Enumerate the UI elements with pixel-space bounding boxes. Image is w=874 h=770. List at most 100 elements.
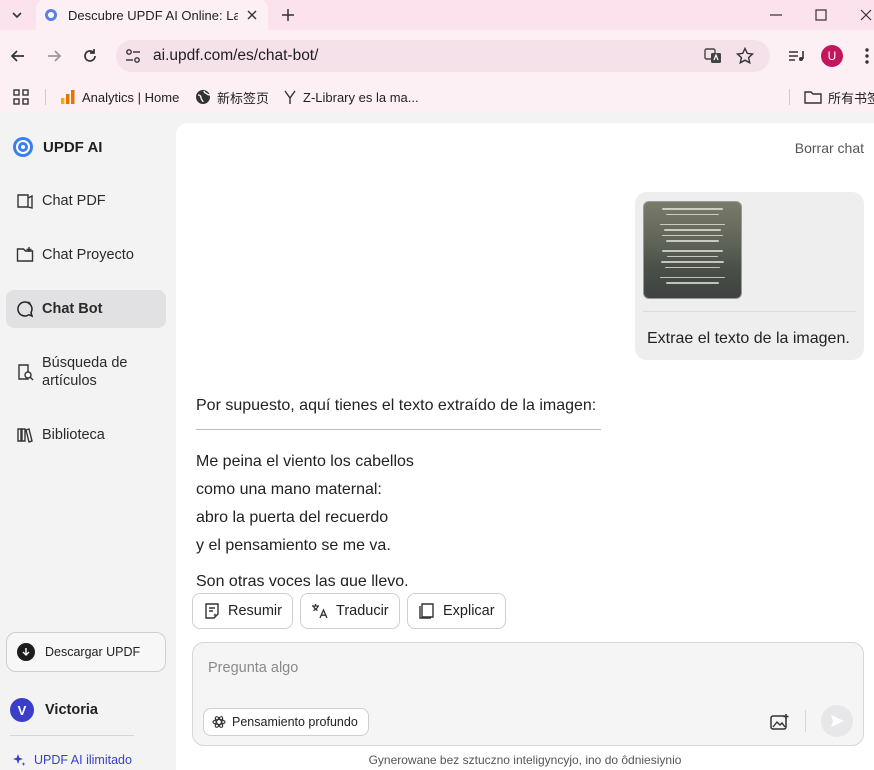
download-icon [17, 643, 35, 661]
clear-chat-button[interactable]: Borrar chat [795, 140, 864, 156]
summarize-label: Resumir [228, 603, 282, 619]
tab-close-icon[interactable] [244, 7, 260, 23]
reload-icon [84, 49, 96, 62]
sidebar-item-label: Búsqueda de artículos [42, 355, 128, 389]
back-button[interactable] [6, 44, 30, 68]
updf-favicon-icon [45, 9, 57, 21]
arrow-left-icon [10, 50, 24, 62]
user-message-bubble: Extrae el texto de la imagen. [635, 192, 864, 360]
poem-line: como una mano maternal: [196, 481, 382, 498]
unlimited-label: UPDF AI ilimitado [34, 753, 132, 767]
minimize-button[interactable] [766, 5, 786, 25]
folder-icon [16, 247, 34, 262]
unlimited-upgrade-link[interactable]: UPDF AI ilimitado [12, 753, 132, 767]
bot-message: Por supuesto, aquí tienes el texto extra… [196, 393, 696, 586]
bookmark-new-tab[interactable]: 新标签页 [195, 86, 269, 108]
new-tab-button[interactable] [278, 5, 298, 25]
bookmark-analytics[interactable]: Analytics | Home [60, 86, 179, 108]
ai-disclaimer: Gynerowane bez sztuczno inteligyncyjo, i… [368, 753, 682, 767]
translate-page-icon[interactable] [704, 47, 722, 70]
sidebar-item-chat-bot[interactable]: Chat Bot [6, 290, 166, 328]
deep-think-toggle[interactable]: Pensamiento profundo [203, 708, 369, 736]
atom-icon [212, 716, 226, 728]
bookmarks-divider [789, 89, 790, 105]
explain-button[interactable]: Explicar [407, 593, 506, 629]
sidebar-divider [10, 735, 134, 736]
forward-button[interactable] [42, 44, 66, 68]
sidebar-item-label: Biblioteca [42, 427, 105, 443]
image-upload-button[interactable] [768, 710, 792, 734]
library-icon [17, 428, 33, 443]
avatar: V [10, 698, 34, 722]
explain-icon [419, 603, 434, 619]
bookmark-zlibrary[interactable]: Z-Library es la ma... [283, 86, 419, 108]
profile-avatar[interactable]: U [821, 45, 843, 67]
tab-search-button[interactable] [6, 5, 28, 25]
close-window-button[interactable] [856, 5, 874, 25]
brand-logo[interactable]: UPDF AI [12, 136, 102, 158]
maximize-button[interactable] [811, 5, 831, 25]
folder-icon [804, 91, 822, 104]
chat-pdf-icon [17, 194, 33, 209]
analytics-icon [61, 90, 75, 104]
bookmarks-divider [45, 89, 46, 105]
poem-line: Son otras voces las que llevo. [196, 573, 409, 586]
sidebar-item-busqueda[interactable]: Búsqueda de artículos [6, 344, 166, 400]
poem-image-thumbnail[interactable] [643, 201, 742, 299]
browser-menu-button[interactable] [859, 44, 874, 68]
minimize-icon [770, 14, 782, 16]
translate-button[interactable]: Traducir [300, 593, 400, 629]
image-add-icon [770, 714, 789, 730]
more-vertical-icon [865, 48, 869, 64]
user-name: Victoria [45, 702, 98, 718]
summarize-button[interactable]: Resumir [192, 593, 293, 629]
send-button[interactable] [821, 705, 853, 737]
address-bar[interactable]: ai.updf.com/es/chat-bot/ [116, 40, 770, 72]
tab-active[interactable]: Descubre UPDF AI Online: La [36, 0, 268, 30]
send-icon [831, 715, 844, 727]
chevron-down-icon [12, 12, 22, 19]
question-input[interactable] [208, 656, 768, 680]
globe-icon [196, 90, 211, 104]
bookmark-star-icon[interactable] [735, 46, 755, 70]
apps-grid-icon [13, 89, 29, 105]
sidebar-item-label: Chat Bot [42, 301, 103, 317]
site-settings-icon[interactable] [124, 47, 142, 70]
poem-line: y el pensamiento se me va. [196, 537, 391, 554]
arrow-right-icon [48, 50, 62, 62]
message-composer: Pensamiento profundo [192, 642, 864, 746]
tab-title: Descubre UPDF AI Online: La [68, 7, 238, 23]
composer-divider [805, 710, 806, 732]
reload-button[interactable] [78, 44, 102, 68]
sparkle-icon [13, 754, 26, 766]
brand-name: UPDF AI [43, 138, 103, 156]
user-account[interactable]: V Victoria [10, 698, 98, 722]
translate-icon [312, 604, 328, 619]
bookmark-label: 新标签页 [217, 90, 270, 106]
navigation-bar: ai.updf.com/es/chat-bot/ U [0, 30, 874, 82]
translate-label: Traducir [336, 603, 389, 619]
sidebar-item-biblioteca[interactable]: Biblioteca [6, 416, 166, 454]
chat-panel: Borrar chat Extrae el texto de la imagen… [176, 123, 874, 770]
sidebar-item-label: Chat Proyecto [42, 247, 134, 263]
bot-intro-text: Por supuesto, aquí tienes el texto extra… [196, 397, 597, 414]
bookmarks-bar: Analytics | Home 新标签页 Z-Library es la ma… [0, 82, 874, 112]
maximize-icon [815, 9, 827, 21]
article-search-icon [18, 364, 34, 381]
poem-line: abro la puerta del recuerdo [196, 509, 389, 526]
sidebar-item-chat-proyecto[interactable]: Chat Proyecto [6, 236, 166, 274]
tab-strip: Descubre UPDF AI Online: La [0, 0, 874, 30]
user-message-text: Extrae el texto de la imagen. [647, 330, 850, 347]
download-updf-button[interactable]: Descargar UPDF [6, 632, 166, 672]
all-bookmarks-button[interactable]: 所有书签 [804, 86, 874, 108]
bubble-separator [643, 311, 856, 312]
zlibrary-icon [284, 90, 296, 104]
media-controls-button[interactable] [784, 44, 808, 68]
sidebar-item-label: Chat PDF [42, 193, 106, 209]
media-list-icon [789, 51, 804, 61]
apps-button[interactable] [12, 86, 36, 108]
sidebar-item-chat-pdf[interactable]: Chat PDF [6, 182, 166, 220]
bookmark-label: Analytics | Home [82, 89, 180, 105]
sidebar: UPDF AI Chat PDF Chat Proyecto Chat Bot … [0, 112, 176, 770]
bookmark-label: Z-Library es la ma... [303, 89, 419, 105]
